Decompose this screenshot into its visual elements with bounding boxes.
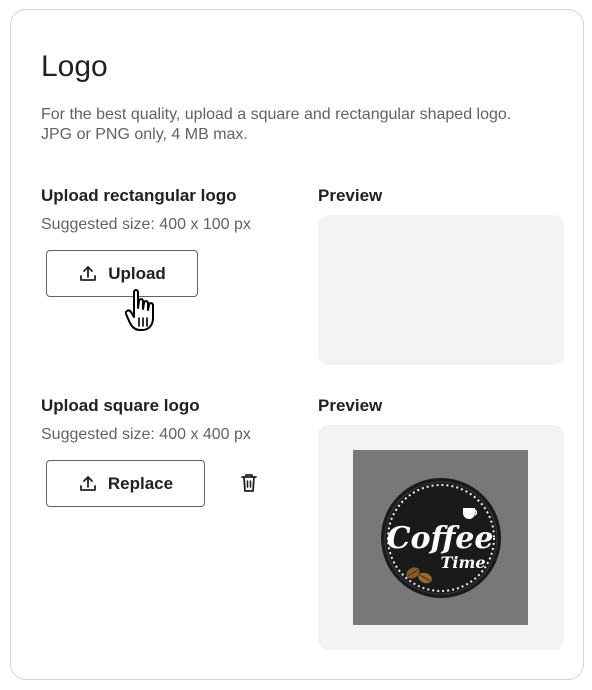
upload-button-label: Upload (108, 263, 166, 283)
upload-icon (78, 474, 98, 494)
hand-pointer-cursor (124, 288, 170, 336)
section-title: Logo (41, 50, 108, 83)
rectangular-preview-box (318, 215, 564, 365)
upload-rectangular-button[interactable]: Upload (46, 250, 198, 297)
replace-button-label: Replace (107, 473, 174, 493)
upload-icon (78, 264, 98, 284)
square-logo-image: Coffee Time (353, 450, 528, 625)
square-logo-heading: Upload square logo (41, 396, 200, 415)
logo-text-main: Coffee (387, 521, 494, 556)
section-description: For the best quality, upload a square an… (41, 106, 512, 143)
rectangular-preview-label: Preview (318, 186, 383, 205)
rectangular-logo-heading: Upload rectangular logo (41, 186, 237, 205)
trash-icon[interactable] (239, 472, 259, 494)
square-suggested-size: Suggested size: 400 x 400 px (41, 426, 251, 443)
logo-text-sub: Time (440, 553, 485, 572)
rectangular-suggested-size: Suggested size: 400 x 100 px (41, 216, 251, 233)
square-preview-label: Preview (318, 396, 383, 415)
replace-square-button[interactable]: Replace (46, 460, 205, 507)
